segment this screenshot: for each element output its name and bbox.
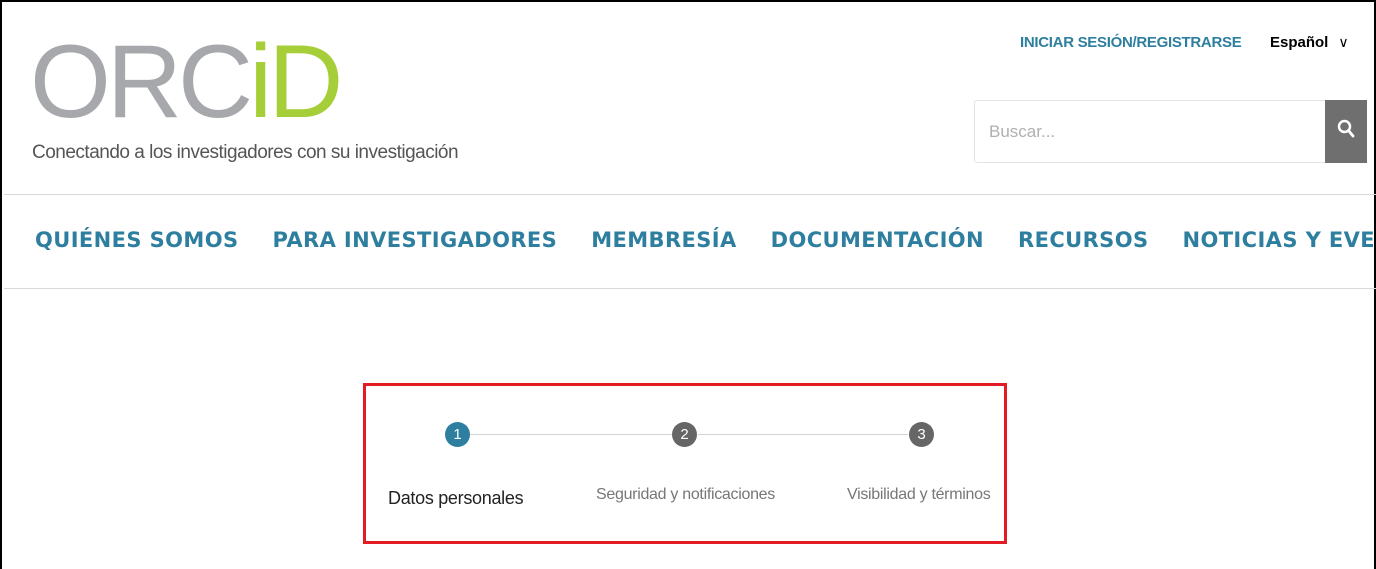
step-3-label: Visibilidad y términos [847,486,991,503]
search-icon [1337,119,1355,144]
search-box [974,100,1367,163]
step-1-label: Datos personales [388,488,524,508]
step-3-indicator: 3 [909,422,934,447]
signin-register-link[interactable]: INICIAR SESIÓN/REGISTRARSE [1020,34,1242,51]
chevron-down-icon: ∨ [1338,34,1349,50]
nav-item-recursos[interactable]: RECURSOS [1018,228,1148,252]
tagline: Conectando a los investigadores con su i… [32,142,459,163]
stepper-connector [470,434,672,435]
nav-item-noticias-eventos[interactable]: NOTICIAS Y EVENTOS [1182,228,1376,252]
search-input[interactable] [975,101,1325,162]
language-selected: Español [1270,34,1329,51]
nav-item-documentacion[interactable]: DOCUMENTACIÓN [771,228,984,252]
nav-item-para-investigadores[interactable]: PARA INVESTIGADORES [272,228,557,252]
step-2-label: Seguridad y notificaciones [596,486,775,503]
logo-id-text: iD [249,24,343,140]
search-button[interactable] [1325,100,1367,163]
logo-orc-text: ORC [30,24,253,140]
header-divider [4,194,1376,195]
orcid-logo[interactable]: ORCiD [30,30,343,134]
page-frame: ORCiD Conectando a los investigadores co… [0,0,1376,569]
nav-item-quienes-somos[interactable]: QUIÉNES SOMOS [35,228,238,252]
step-2-indicator: 2 [672,422,697,447]
step-1-indicator: 1 [445,422,470,447]
main-nav: QUIÉNES SOMOS PARA INVESTIGADORES MEMBRE… [35,228,1376,252]
registration-stepper-highlight [363,383,1007,544]
nav-item-membresia[interactable]: MEMBRESÍA [591,228,736,252]
stepper-connector [698,434,908,435]
language-selector[interactable]: Español ∨ [1270,34,1349,51]
nav-divider [4,288,1376,289]
